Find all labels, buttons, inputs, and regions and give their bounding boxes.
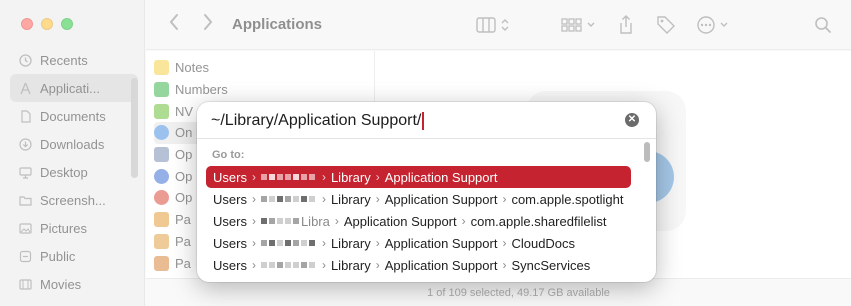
- path-segment: Library: [330, 257, 371, 273]
- finder-window: Recents Applicati... Documents Downloads: [0, 0, 851, 306]
- path-segment: Library: [330, 191, 371, 207]
- path-segment: Library: [330, 235, 371, 251]
- path-segment: Application Support: [384, 257, 498, 273]
- path-segment: Application Support: [343, 213, 457, 229]
- redacted-username: [260, 237, 317, 249]
- redacted-username: [260, 259, 317, 271]
- path-segment: Users: [213, 191, 247, 207]
- path-input-value: ~/Library/Application Support/: [211, 112, 422, 129]
- path-input[interactable]: ~/Library/Application Support/: [211, 110, 621, 132]
- suggestion-row[interactable]: Users › Libra › Application Support › co…: [206, 210, 631, 232]
- path-segment: CloudDocs: [511, 235, 576, 251]
- redacted-username: [260, 193, 317, 205]
- chevron-right-icon: ›: [251, 170, 256, 184]
- chevron-right-icon: ›: [502, 236, 507, 250]
- chevron-right-icon: ›: [321, 170, 326, 184]
- redacted-username: [260, 171, 317, 183]
- path-segment: Application Support: [384, 235, 498, 251]
- path-segment: Users: [213, 235, 247, 251]
- path-segment: Users: [213, 213, 247, 229]
- goto-label: Go to:: [212, 149, 245, 161]
- chevron-right-icon: ›: [321, 236, 326, 250]
- divider: [197, 138, 656, 139]
- path-segment: com.apple.sharedfilelist: [470, 213, 607, 229]
- path-segment: Application Support: [384, 169, 498, 185]
- chevron-right-icon: ›: [461, 214, 466, 228]
- suggestions-scrollbar[interactable]: [644, 142, 650, 162]
- path-segment: Users: [213, 169, 247, 185]
- text-caret: [422, 112, 425, 130]
- chevron-right-icon: ›: [502, 192, 507, 206]
- chevron-right-icon: ›: [251, 258, 256, 272]
- path-segment: Libra: [300, 213, 330, 229]
- redacted-username: [260, 215, 301, 227]
- suggestion-row[interactable]: Users › › Library › Application Support: [206, 166, 631, 188]
- path-segment: SyncServices: [511, 257, 591, 273]
- x-icon: ✕: [627, 114, 637, 125]
- go-to-folder-dialog: ~/Library/Application Support/ ✕ Go to: …: [197, 102, 656, 282]
- chevron-right-icon: ›: [321, 258, 326, 272]
- chevron-right-icon: ›: [251, 236, 256, 250]
- chevron-right-icon: ›: [375, 236, 380, 250]
- clear-input-button[interactable]: ✕: [625, 113, 639, 127]
- chevron-right-icon: ›: [375, 170, 380, 184]
- chevron-right-icon: ›: [251, 192, 256, 206]
- suggestion-row[interactable]: Users › › Library › Application Support …: [206, 188, 631, 210]
- path-segment: Application Support: [384, 191, 498, 207]
- chevron-right-icon: ›: [375, 192, 380, 206]
- chevron-right-icon: ›: [375, 258, 380, 272]
- suggestion-row[interactable]: Users › › Library › Application Support …: [206, 232, 631, 254]
- chevron-right-icon: ›: [321, 192, 326, 206]
- path-segment: Users: [213, 257, 247, 273]
- chevron-right-icon: ›: [502, 258, 507, 272]
- chevron-right-icon: ›: [251, 214, 256, 228]
- path-segment: com.apple.spotlight: [511, 191, 624, 207]
- path-segment: Library: [330, 169, 371, 185]
- chevron-right-icon: ›: [334, 214, 339, 228]
- suggestion-list: Users › › Library › Application Support …: [206, 166, 631, 276]
- suggestion-row[interactable]: Users › › Library › Application Support …: [206, 254, 631, 276]
